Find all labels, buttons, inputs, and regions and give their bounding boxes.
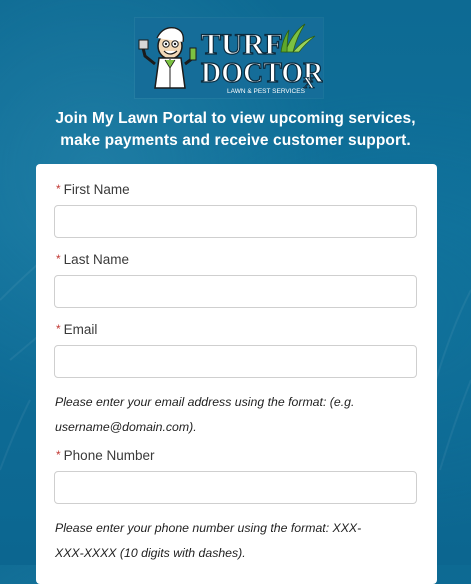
registration-form: * First Name * Last Name * Email Please ent… — [36, 164, 437, 584]
portal-intro-text: Join My Lawn Portal to view upcoming ser… — [0, 108, 471, 152]
grass-icon — [280, 23, 316, 53]
phone-help-text: Please enter your phone number using the… — [55, 521, 362, 560]
phone-number-label: * Phone Number — [56, 448, 155, 463]
last-name-input[interactable] — [54, 275, 417, 308]
intro-line-1: Join My Lawn Portal to view upcoming ser… — [55, 110, 416, 127]
logo-subline: LAWN & PEST SERVICES — [227, 88, 306, 95]
turf-doctor-logo: TURF DOCTOR X LAWN & PEST SERVICES — [135, 18, 323, 98]
first-name-input[interactable] — [54, 205, 417, 238]
email-input[interactable] — [54, 345, 417, 378]
required-marker: * — [56, 252, 61, 266]
first-name-label: * First Name — [56, 182, 130, 197]
email-help-text: Please enter your email address using th… — [55, 395, 355, 434]
logo-line1: TURF — [201, 28, 283, 61]
doctor-mascot-icon — [138, 27, 197, 89]
intro-line-2: make payments and receive customer suppo… — [60, 132, 411, 149]
phone-number-input[interactable] — [54, 471, 417, 504]
last-name-label: * Last Name — [56, 252, 129, 267]
required-marker: * — [56, 322, 61, 336]
email-label: * Email — [56, 322, 98, 337]
required-marker: * — [56, 448, 61, 462]
required-marker: * — [56, 182, 61, 196]
